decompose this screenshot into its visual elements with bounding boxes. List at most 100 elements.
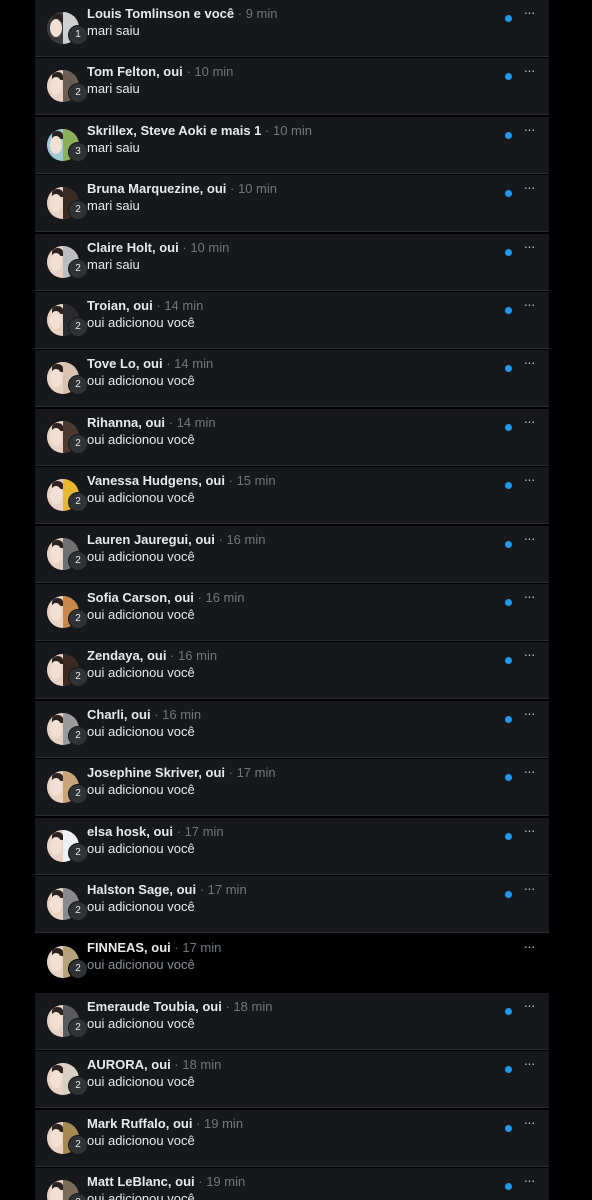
- conversation-title: Bruna Marquezine, oui: [87, 181, 227, 197]
- conversation-title: Troian, oui: [87, 298, 153, 313]
- conversation-row-16[interactable]: 2 Halston Sage, oui · 17 min oui adicion…: [35, 876, 549, 933]
- participant-count-badge: 1: [68, 25, 88, 45]
- more-options-icon[interactable]: ···: [521, 355, 537, 373]
- conversation-row-13[interactable]: 2 Charli, oui · 16 min oui adicionou voc…: [35, 700, 549, 758]
- conversation-title: Vanessa Hudgens, oui: [87, 473, 225, 489]
- conversation-row-11[interactable]: 2 Sofia Carson, oui · 16 min oui adicion…: [35, 584, 549, 641]
- more-options-icon[interactable]: ···: [521, 1056, 537, 1074]
- more-options-icon[interactable]: ···: [521, 647, 537, 665]
- unread-indicator-icon: [505, 1066, 512, 1074]
- participant-count-badge: 2: [68, 667, 88, 688]
- conversation-row-7[interactable]: 2 Tove Lo, oui · 14 min oui adicionou vo…: [35, 350, 549, 408]
- timestamp: 14 min: [164, 298, 204, 313]
- participant-count-badge: 2: [68, 609, 88, 629]
- conversation-row-10[interactable]: 2 Lauren Jauregui, oui · 16 min oui adic…: [35, 525, 549, 583]
- conversation-row-8[interactable]: 2 Rihanna, oui · 14 min oui adicionou vo…: [35, 408, 549, 466]
- conversation-title: Zendaya, oui: [87, 648, 167, 664]
- unread-indicator-icon: [505, 1183, 512, 1190]
- conversation-title: Josephine Skriver, oui: [87, 765, 225, 781]
- last-message-preview: mari saiu: [87, 198, 140, 214]
- conversation-title: Tove Lo, oui: [87, 356, 163, 372]
- more-options-icon[interactable]: ···: [521, 180, 537, 198]
- unread-indicator-icon: [505, 423, 512, 431]
- more-options-icon[interactable]: ···: [521, 706, 537, 724]
- last-message-preview: mari saiu: [87, 81, 140, 97]
- conversation-row-20[interactable]: 2 Mark Ruffalo, oui · 19 min oui adicion…: [35, 1109, 549, 1167]
- more-options-icon[interactable]: ···: [521, 239, 537, 257]
- more-options-icon[interactable]: ···: [521, 531, 537, 549]
- participant-count-badge: 2: [68, 1193, 88, 1200]
- conversation-title: AURORA, oui: [87, 1057, 171, 1073]
- conversation-row-6[interactable]: 2 Troian, oui · 14 min oui adicionou voc…: [35, 292, 549, 349]
- conversation-row-3[interactable]: 3 Skrillex, Steve Aoki e mais 1 · 10 min…: [35, 116, 549, 174]
- separator-dot: ·: [199, 882, 208, 897]
- timestamp: 18 min: [233, 998, 273, 1014]
- conversation-title: Halston Sage, oui: [87, 882, 197, 897]
- timestamp: 16 min: [226, 531, 266, 547]
- timestamp: 17 min: [184, 823, 224, 839]
- last-message-preview: oui adicionou você: [87, 1191, 195, 1200]
- more-options-icon[interactable]: ···: [521, 1173, 537, 1191]
- more-options-icon[interactable]: ···: [521, 5, 537, 23]
- participant-count-badge: 2: [68, 1134, 88, 1155]
- more-options-icon[interactable]: ···: [521, 1115, 537, 1133]
- more-options-icon[interactable]: ···: [521, 63, 537, 81]
- more-options-icon[interactable]: ···: [521, 939, 537, 957]
- more-options-icon[interactable]: ···: [521, 589, 537, 607]
- timestamp: 10 min: [272, 122, 313, 138]
- more-options-icon[interactable]: ···: [521, 998, 537, 1016]
- conversation-row-1[interactable]: 1 Louis Tomlinson e você · 9 min mari sa…: [35, 0, 549, 57]
- last-message-preview: oui adicionou você: [87, 782, 195, 798]
- timestamp: 17 min: [182, 940, 222, 956]
- unread-indicator-icon: [505, 190, 512, 198]
- separator-dot: ·: [237, 6, 246, 21]
- timestamp: 19 min: [204, 1115, 244, 1131]
- conversation-row-4[interactable]: 2 Bruna Marquezine, oui · 10 min mari sa…: [35, 175, 549, 233]
- conversation-row-9[interactable]: 2 Vanessa Hudgens, oui · 15 min oui adic…: [35, 467, 549, 525]
- conversation-row-17[interactable]: 2 FINNEAS, oui · 17 min oui adicionou vo…: [35, 934, 549, 992]
- conversation-row-21[interactable]: 2 Matt LeBlanc, oui · 19 min oui adicion…: [35, 1168, 549, 1200]
- participant-count-badge: 2: [68, 375, 88, 396]
- conversation-title: Tom Felton, oui: [87, 64, 183, 80]
- participant-count-badge: 2: [68, 842, 88, 863]
- unread-indicator-icon: [505, 1124, 512, 1132]
- unread-indicator-icon: [505, 365, 512, 373]
- participant-count-badge: 2: [68, 433, 88, 454]
- last-message-preview: oui adicionou você: [87, 723, 195, 739]
- conversation-row-5[interactable]: 2 Claire Holt, oui · 10 min mari saiu ··…: [35, 233, 549, 291]
- last-message-preview: oui adicionou você: [87, 665, 195, 681]
- separator-dot: ·: [170, 648, 179, 664]
- more-options-icon[interactable]: ···: [521, 881, 537, 899]
- more-options-icon[interactable]: ···: [521, 472, 537, 490]
- conversation-row-15[interactable]: 2 elsa hosk, oui · 17 min oui adicionou …: [35, 817, 549, 875]
- unread-indicator-icon: [505, 307, 512, 314]
- participant-count-badge: 2: [68, 901, 88, 921]
- conversation-row-14[interactable]: 2 Josephine Skriver, oui · 17 min oui ad…: [35, 759, 549, 817]
- conversation-title: Skrillex, Steve Aoki e mais 1: [87, 122, 262, 138]
- conversation-row-18[interactable]: 2 Emeraude Toubia, oui · 18 min oui adic…: [35, 992, 549, 1050]
- more-options-icon[interactable]: ···: [521, 414, 537, 432]
- more-options-icon[interactable]: ···: [521, 823, 537, 841]
- last-message-preview: oui adicionou você: [87, 607, 195, 622]
- unread-indicator-icon: [505, 715, 512, 723]
- conversation-row-19[interactable]: 2 AURORA, oui · 18 min oui adicionou voc…: [35, 1051, 549, 1109]
- more-options-icon[interactable]: ···: [521, 297, 537, 315]
- last-message-preview: oui adicionou você: [87, 373, 195, 389]
- more-options-icon[interactable]: ···: [521, 122, 537, 140]
- conversation-title: Matt LeBlanc, oui: [87, 1174, 195, 1189]
- conversation-title: Lauren Jauregui, oui: [87, 531, 215, 547]
- timestamp: 10 min: [190, 239, 230, 255]
- participant-count-badge: 2: [68, 550, 88, 571]
- last-message-preview: oui adicionou você: [87, 490, 195, 506]
- more-options-icon[interactable]: ···: [521, 764, 537, 782]
- unread-indicator-icon: [505, 891, 512, 898]
- last-message-preview: mari saiu: [87, 23, 140, 38]
- timestamp: 17 min: [207, 882, 247, 897]
- conversation-list: 1 Louis Tomlinson e você · 9 min mari sa…: [35, 0, 549, 1200]
- conversation-row-12[interactable]: 2 Zendaya, oui · 16 min oui adicionou vo…: [35, 642, 549, 700]
- participant-count-badge: 2: [68, 258, 88, 279]
- conversation-row-2[interactable]: 2 Tom Felton, oui · 10 min mari saiu ···: [35, 58, 549, 116]
- participant-count-badge: 2: [68, 959, 88, 980]
- timestamp: 16 min: [205, 590, 245, 605]
- separator-dot: ·: [166, 356, 175, 372]
